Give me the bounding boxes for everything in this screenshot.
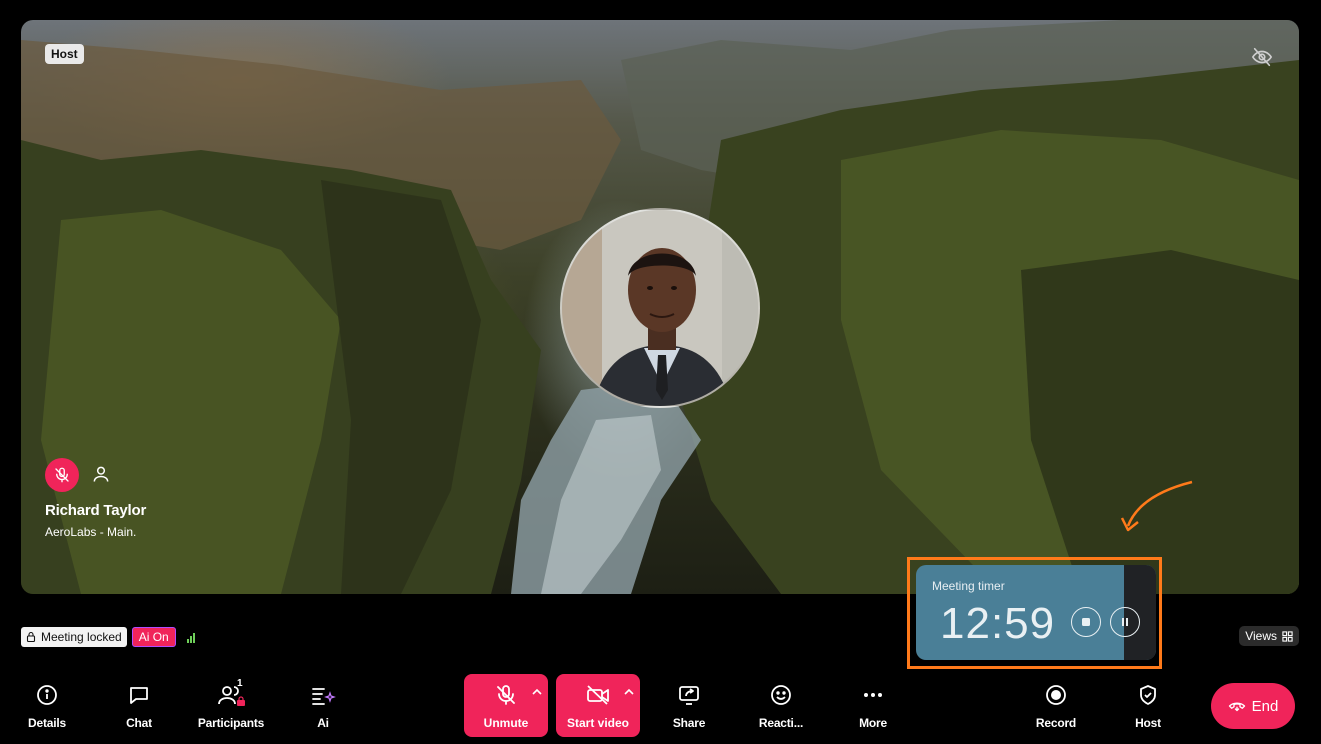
- lock-icon: [26, 631, 36, 643]
- pause-icon: [1122, 618, 1128, 626]
- views-button[interactable]: Views: [1239, 626, 1299, 646]
- grid-icon: [1282, 630, 1293, 642]
- meeting-timer: Meeting timer 12:59: [916, 565, 1156, 660]
- reactions-label: Reacti...: [758, 716, 804, 730]
- host-label: Host: [1135, 716, 1161, 730]
- participant-name: Richard Taylor: [45, 502, 147, 519]
- stop-icon: [1082, 618, 1090, 626]
- chevron-up-icon: [624, 688, 634, 695]
- highlight-arrow-icon: [1120, 480, 1193, 532]
- views-label: Views: [1245, 629, 1277, 643]
- host-tag: Host: [45, 44, 84, 64]
- end-meeting-button[interactable]: End: [1211, 683, 1295, 729]
- video-stage: Host Richard Taylor AeroLabs - Main.: [21, 20, 1299, 594]
- smiley-icon: [771, 685, 791, 705]
- chat-button[interactable]: Chat: [99, 676, 179, 736]
- share-label: Share: [672, 716, 706, 730]
- participant-muted-indicator: [45, 458, 79, 492]
- shield-check-icon: [1140, 685, 1156, 705]
- timer-stop-button[interactable]: [1071, 607, 1101, 637]
- reactions-button[interactable]: Reacti...: [741, 676, 821, 736]
- start-video-label: Start video: [566, 716, 629, 730]
- ai-label: Ai: [317, 716, 329, 730]
- share-button[interactable]: Share: [649, 676, 729, 736]
- timer-value: 12:59: [940, 599, 1056, 648]
- participant-name-block: Richard Taylor AeroLabs - Main.: [45, 458, 146, 539]
- hide-self-view-icon[interactable]: [1251, 46, 1273, 68]
- participants-button[interactable]: 1 Participants: [191, 676, 271, 736]
- host-button[interactable]: Host: [1108, 676, 1188, 736]
- lock-badge-icon: [237, 696, 245, 706]
- chevron-up-icon: [532, 688, 542, 695]
- meeting-status-row: Meeting locked Ai On: [21, 627, 195, 647]
- record-icon: [1046, 685, 1066, 705]
- start-video-button[interactable]: Start video: [556, 674, 640, 737]
- participant-avatar: [560, 208, 760, 408]
- participants-count: 1: [237, 678, 243, 689]
- info-icon: [37, 685, 57, 705]
- unmute-label: Unmute: [483, 716, 529, 730]
- mic-off-icon: [497, 685, 515, 705]
- ai-on-chip[interactable]: Ai On: [131, 627, 176, 647]
- details-button[interactable]: Details: [7, 676, 87, 736]
- unmute-button[interactable]: Unmute: [464, 674, 548, 737]
- hang-up-icon: [1228, 702, 1245, 712]
- mic-off-icon: [55, 467, 69, 483]
- meeting-locked-chip[interactable]: Meeting locked: [21, 627, 127, 647]
- timer-label: Meeting timer: [932, 579, 1005, 593]
- record-label: Record: [1035, 716, 1077, 730]
- timer-pause-button[interactable]: [1110, 607, 1140, 637]
- more-dots-icon: [864, 693, 882, 697]
- participants-label: Participants: [197, 716, 265, 730]
- details-label: Details: [28, 716, 66, 730]
- meeting-locked-label: Meeting locked: [41, 630, 122, 644]
- more-button[interactable]: More: [833, 676, 913, 736]
- record-button[interactable]: Record: [1016, 676, 1096, 736]
- chat-icon: [130, 687, 148, 704]
- ai-button[interactable]: Ai: [283, 676, 363, 736]
- signal-strength-icon: [186, 631, 195, 643]
- video-off-icon: [587, 685, 609, 705]
- participant-subtitle: AeroLabs - Main.: [45, 525, 137, 539]
- person-icon: [91, 464, 111, 484]
- share-screen-icon: [679, 686, 699, 705]
- end-label: End: [1251, 697, 1279, 715]
- more-label: More: [859, 716, 887, 730]
- ai-sparkle-icon: [312, 688, 336, 705]
- chat-label: Chat: [126, 716, 152, 730]
